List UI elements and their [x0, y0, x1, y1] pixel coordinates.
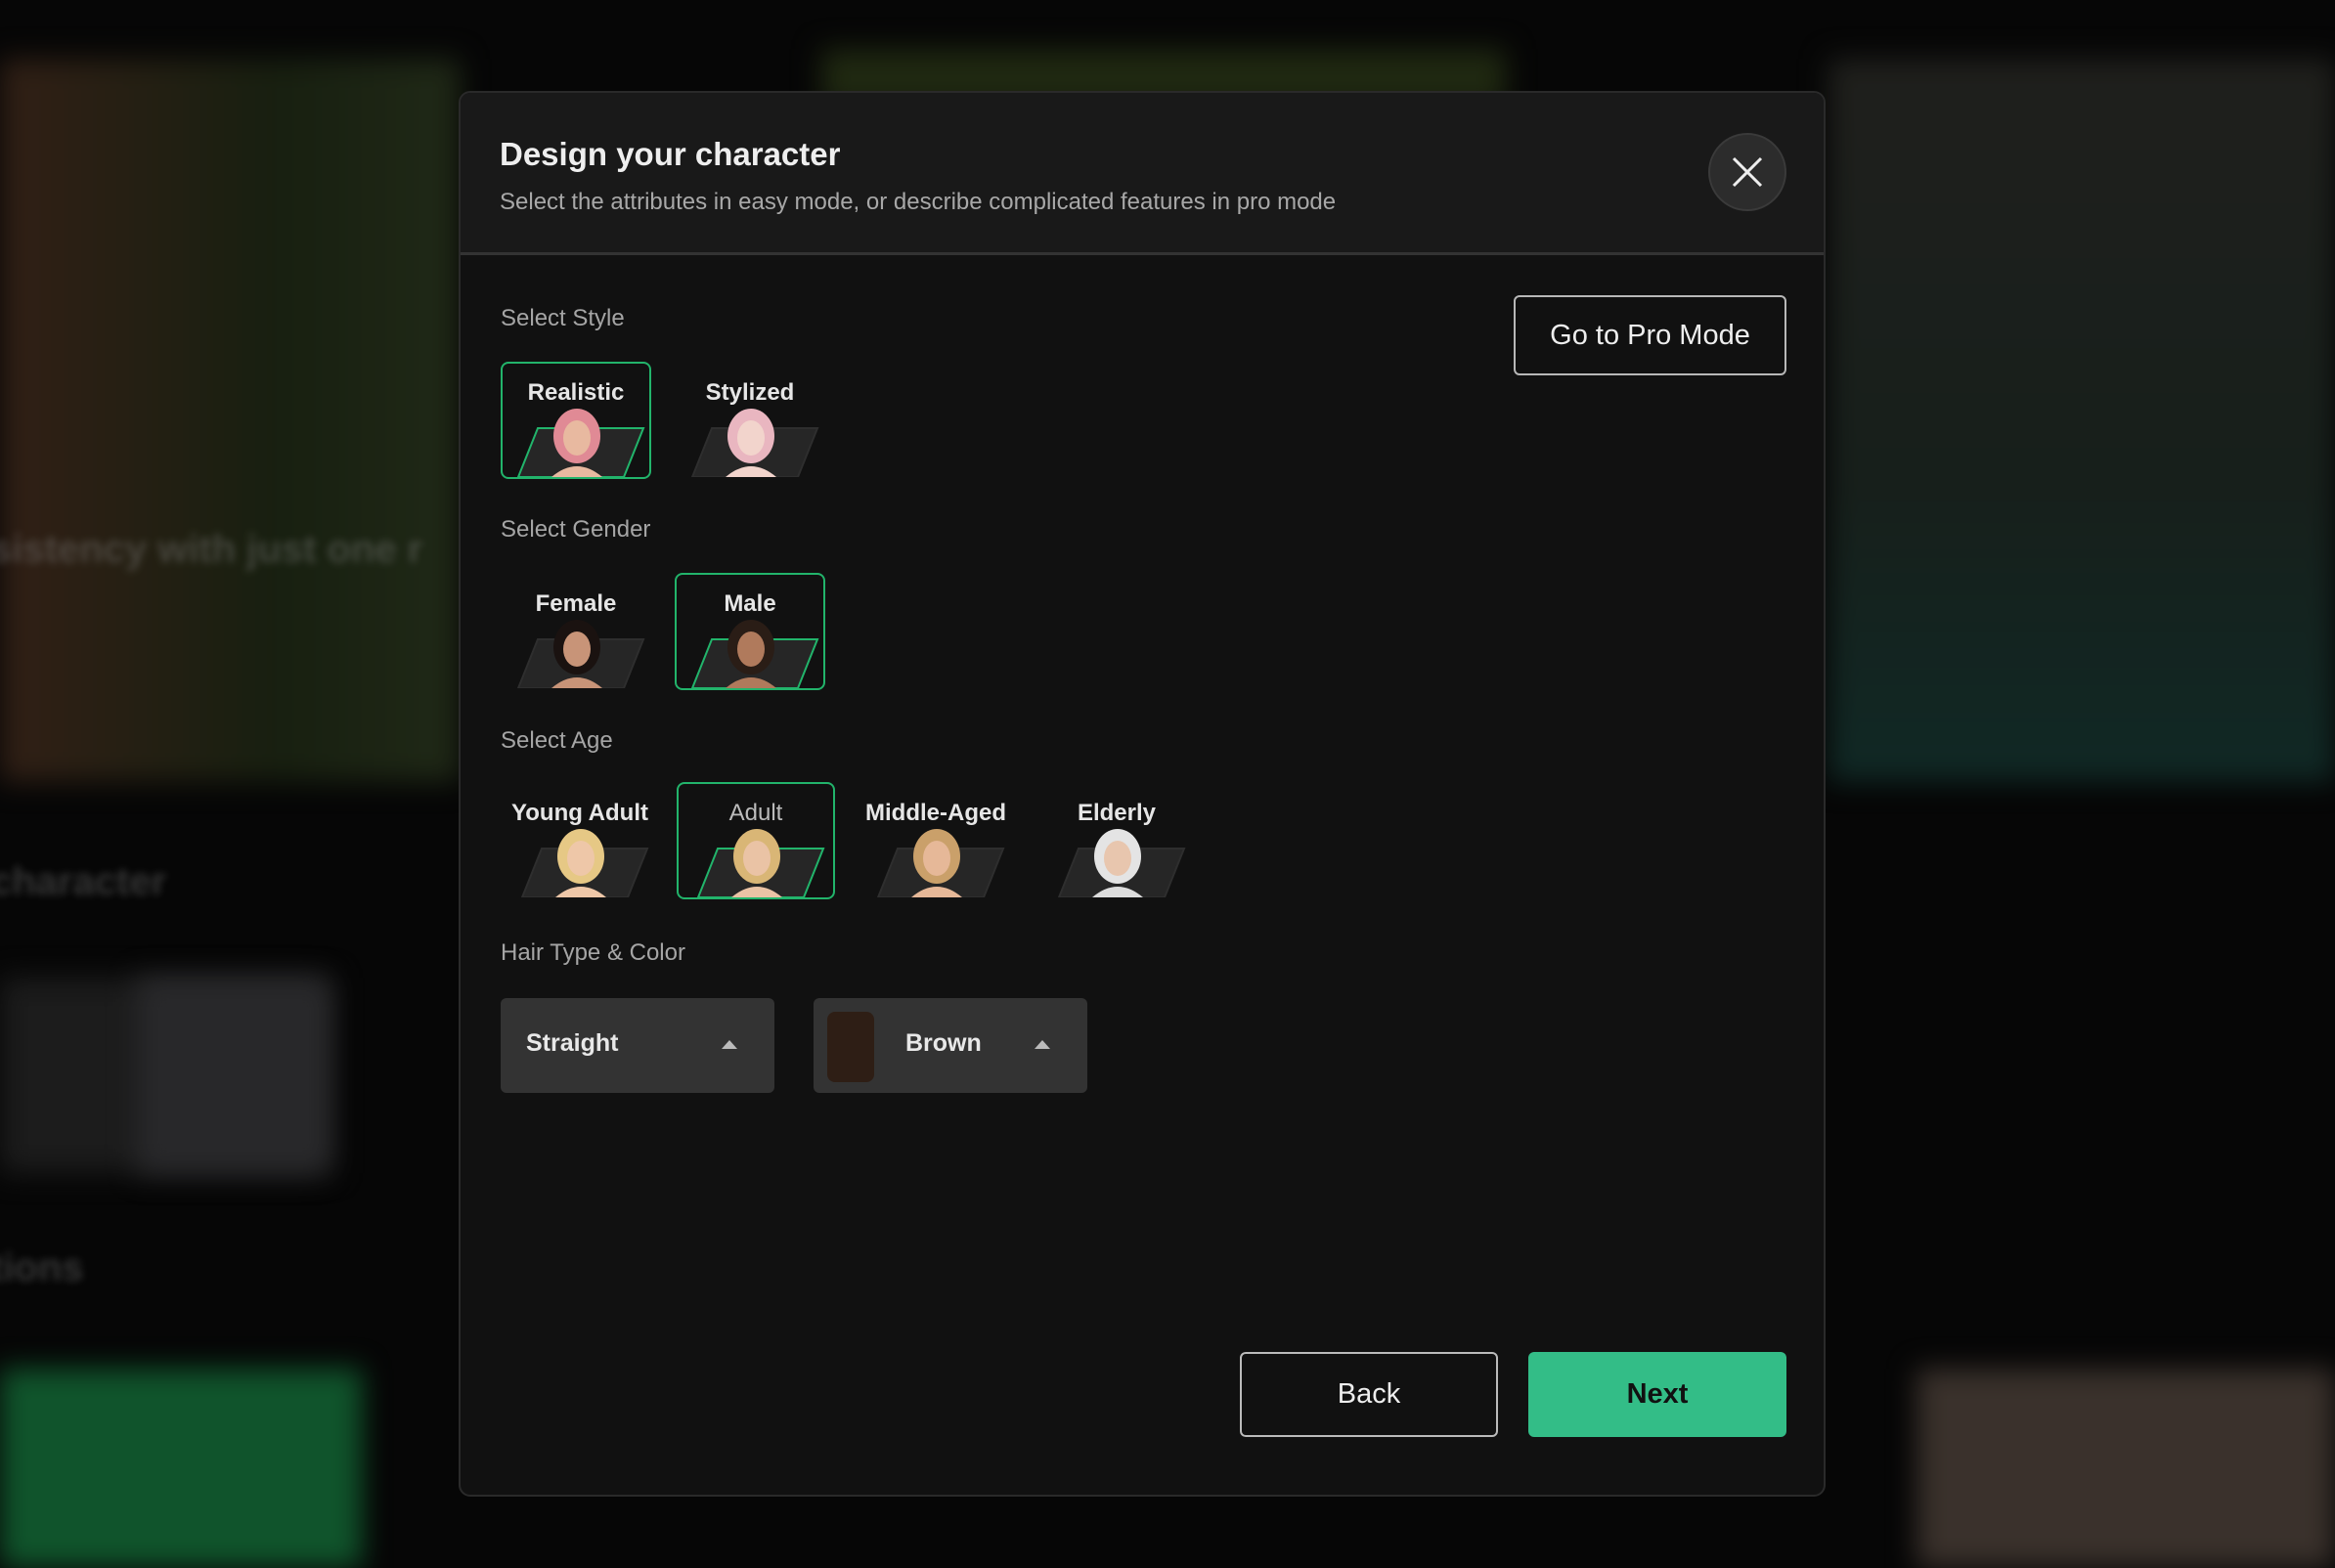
option-label: Elderly [1077, 800, 1157, 826]
select-gender-label: Select Gender [501, 516, 651, 543]
hair-color-swatch [827, 1012, 874, 1082]
select-style-label: Select Style [501, 305, 625, 331]
close-icon [1732, 156, 1763, 188]
avatar-image [516, 620, 645, 688]
style-option-stylized[interactable]: Stylized [675, 362, 825, 479]
avatar-image [876, 829, 1005, 897]
option-label: Middle-Aged [865, 800, 1006, 826]
caret-up-icon [722, 1040, 737, 1049]
age-option-elderly[interactable]: Elderly [1037, 782, 1196, 899]
hair-type-dropdown[interactable]: Straight [501, 998, 774, 1093]
option-label: Stylized [705, 379, 795, 406]
select-age-label: Select Age [501, 727, 613, 754]
modal-subtitle: Select the attributes in easy mode, or d… [500, 189, 1337, 215]
next-button[interactable]: Next [1528, 1352, 1786, 1437]
age-option-adult[interactable]: Adult [677, 782, 835, 899]
gender-option-female[interactable]: Female [501, 573, 651, 690]
hair-color-dropdown[interactable]: Brown [814, 998, 1087, 1093]
style-option-realistic[interactable]: Realistic [501, 362, 651, 479]
go-to-pro-mode-button[interactable]: Go to Pro Mode [1514, 295, 1786, 375]
hair-type-color-label: Hair Type & Color [501, 939, 685, 966]
option-label: Male [724, 590, 776, 617]
close-button[interactable] [1708, 133, 1786, 211]
age-option-young-adult[interactable]: Young Adult [501, 782, 659, 899]
avatar-image [690, 620, 819, 688]
modal-header: Design your character Select the attribu… [461, 93, 1824, 255]
modal-title: Design your character [500, 136, 841, 172]
avatar-image [696, 829, 825, 897]
caret-up-icon [1035, 1040, 1050, 1049]
avatar-image [1057, 829, 1186, 897]
avatar-image [690, 409, 819, 477]
option-label: Young Adult [511, 800, 648, 826]
avatar-image [516, 409, 645, 477]
design-character-modal: Design your character Select the attribu… [459, 91, 1826, 1497]
option-label: Female [535, 590, 617, 617]
avatar-image [520, 829, 649, 897]
age-option-middle-aged[interactable]: Middle-Aged [857, 782, 1015, 899]
gender-option-male[interactable]: Male [675, 573, 825, 690]
hair-color-value: Brown [905, 1029, 982, 1057]
back-button[interactable]: Back [1240, 1352, 1498, 1437]
option-label: Adult [728, 800, 783, 826]
hair-type-value: Straight [526, 1029, 619, 1057]
option-label: Realistic [527, 379, 625, 406]
